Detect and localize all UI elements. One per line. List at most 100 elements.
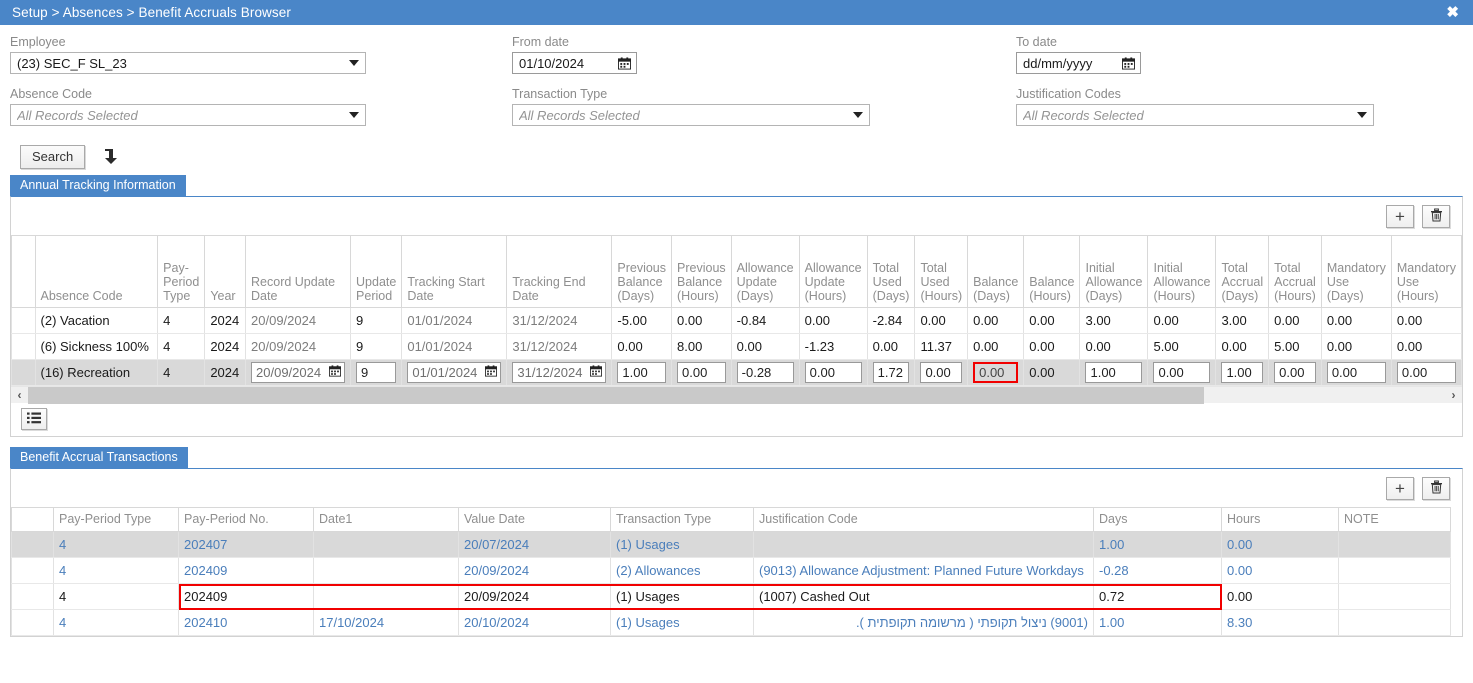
tx-cell-6[interactable]: (1007) Cashed Out [753,583,1094,610]
annual-cell-15[interactable]: 0.00 [1023,359,1081,386]
transaction-row[interactable]: 4 202410 17/10/2024 20/10/2024 (1) Usages (90… [11,609,1451,636]
annual-cell-7[interactable]: 31/12/2024 [506,307,613,334]
tx-cell-0[interactable] [11,557,54,584]
tx-cell-4[interactable]: 20/07/2024 [458,531,611,558]
tx-cell-6[interactable] [753,531,1094,558]
tx-cell-5[interactable]: (1) Usages [610,531,754,558]
tx-cell-4[interactable]: 20/10/2024 [458,609,611,636]
annual-horizontal-scrollbar[interactable]: ‹ › [11,386,1462,404]
annual-cell-20[interactable]: 0.00 [1320,359,1392,386]
tx-col-header-3[interactable]: Date1 [313,507,459,532]
tx-cell-8[interactable]: 0.00 [1221,531,1339,558]
annual-input-21[interactable]: 0.00 [1396,362,1456,383]
tx-col-header-1[interactable]: Pay-Period Type [53,507,179,532]
tx-cell-5[interactable]: (1) Usages [610,609,754,636]
annual-cell-21[interactable]: 0.00 [1390,333,1462,360]
annual-cell-17[interactable]: 0.00 [1147,359,1217,386]
annual-input-8[interactable]: 1.00 [617,362,667,383]
annual-col-header-7[interactable]: Tracking End Date [506,235,613,308]
annual-cell-4[interactable]: 20/09/2024 [245,359,352,386]
annual-cell-10[interactable]: 0.00 [730,333,800,360]
tx-cell-2[interactable]: 202407 [178,531,314,558]
tx-cell-1[interactable]: 4 [53,609,179,636]
annual-cell-19[interactable]: 5.00 [1268,333,1322,360]
annual-col-header-9[interactable]: Previous Balance (Hours) [671,235,732,308]
annual-cell-6[interactable]: 01/01/2024 [401,359,508,386]
tx-cell-5[interactable]: (1) Usages [610,583,754,610]
annual-cell-10[interactable]: -0.28 [730,359,800,386]
tx-col-header-7[interactable]: Days [1093,507,1222,532]
annual-input-20[interactable]: 0.00 [1326,362,1386,383]
annual-cell-2[interactable]: 4 [157,333,206,360]
annual-cell-8[interactable]: 0.00 [611,333,673,360]
annual-cell-16[interactable]: 0.00 [1079,333,1149,360]
annual-cell-0[interactable] [11,333,36,360]
annual-cell-15[interactable]: 0.00 [1023,307,1081,334]
annual-cell-18[interactable]: 0.00 [1215,333,1270,360]
annual-cell-16[interactable]: 1.00 [1079,359,1149,386]
tx-col-header-8[interactable]: Hours [1221,507,1339,532]
annual-col-header-18[interactable]: Total Accrual (Days) [1215,235,1270,308]
annual-cell-14[interactable]: 0.00 [967,307,1025,334]
tx-cell-1[interactable]: 4 [53,531,179,558]
annual-col-header-15[interactable]: Balance (Hours) [1023,235,1081,308]
transaction-type-select[interactable]: All Records Selected [512,104,870,126]
tx-cell-8[interactable]: 0.00 [1221,583,1339,610]
annual-cell-4[interactable]: 20/09/2024 [245,307,352,334]
annual-cell-4[interactable]: 20/09/2024 [245,333,352,360]
transaction-row[interactable]: 4 202409 20/09/2024 (1) Usages (1007) Cashed… [11,583,1451,610]
annual-cell-5[interactable]: 9 [350,359,403,386]
annual-cell-17[interactable]: 5.00 [1147,333,1217,360]
annual-col-header-6[interactable]: Tracking Start Date [401,235,508,308]
grid-options-button[interactable] [21,408,47,430]
annual-input-17[interactable]: 0.00 [1153,362,1211,383]
annual-cell-7[interactable]: 31/12/2024 [506,359,613,386]
annual-cell-10[interactable]: -0.84 [730,307,800,334]
annual-cell-18[interactable]: 1.00 [1215,359,1270,386]
annual-cell-17[interactable]: 0.00 [1147,307,1217,334]
annual-cell-11[interactable]: 0.00 [798,359,868,386]
annual-input-13[interactable]: 0.00 [920,362,963,383]
annual-table-row[interactable]: (2) Vacation 4 2024 20/09/2024 9 01/01/2024 31… [11,307,1462,334]
tx-cell-9[interactable] [1338,609,1451,636]
delete-row-button[interactable] [1422,204,1450,228]
scroll-right-arrow-icon[interactable]: › [1445,388,1462,402]
annual-tracking-tab[interactable]: Annual Tracking Information [10,175,186,196]
calendar-icon[interactable] [485,365,498,380]
tx-cell-2[interactable]: 202409 [178,583,314,610]
highlighted-balance-days-cell[interactable]: 0.00 [973,362,1019,383]
annual-input-5[interactable]: 9 [356,362,397,383]
scroll-thumb[interactable] [28,386,1205,404]
annual-cell-18[interactable]: 3.00 [1215,307,1270,334]
annual-cell-21[interactable]: 0.00 [1390,307,1462,334]
tx-cell-9[interactable] [1338,583,1451,610]
annual-cell-20[interactable]: 0.00 [1320,333,1392,360]
tx-cell-7[interactable]: -0.28 [1093,557,1222,584]
calendar-icon[interactable] [618,56,631,70]
annual-col-header-0[interactable] [11,235,36,308]
calendar-icon[interactable] [329,365,342,380]
tx-cell-2[interactable]: 202410 [178,609,314,636]
tx-cell-3[interactable] [313,557,459,584]
transaction-row[interactable]: 4 202409 20/09/2024 (2) Allowances (9013) Al… [11,557,1451,584]
annual-col-header-14[interactable]: Balance (Days) [967,235,1025,308]
tx-col-header-6[interactable]: Justification Code [753,507,1094,532]
annual-col-header-19[interactable]: Total Accrual (Hours) [1268,235,1322,308]
scroll-track[interactable] [28,386,1445,404]
close-icon[interactable]: ✖ [1442,3,1463,22]
tx-cell-2[interactable]: 202409 [178,557,314,584]
annual-cell-1[interactable]: (6) Sickness 100% [34,333,159,360]
justification-codes-select[interactable]: All Records Selected [1016,104,1374,126]
annual-input-9[interactable]: 0.00 [677,362,726,383]
annual-input-6[interactable]: 01/01/2024 [407,362,502,383]
annual-table-row[interactable]: (16) Recreation 4 2024 20/09/2024 9 01/01/202… [11,359,1462,386]
annual-col-header-12[interactable]: Total Used (Days) [866,235,916,308]
annual-input-12[interactable]: 1.72 [872,362,910,383]
tx-col-header-4[interactable]: Value Date [458,507,611,532]
annual-col-header-17[interactable]: Initial Allowance (Hours) [1147,235,1217,308]
tx-cell-4[interactable]: 20/09/2024 [458,583,611,610]
annual-cell-2[interactable]: 4 [157,307,206,334]
annual-cell-6[interactable]: 01/01/2024 [401,307,508,334]
annual-col-header-21[interactable]: Mandatory Use (Hours) [1390,235,1462,308]
to-date-input[interactable]: dd/mm/yyyy [1016,52,1141,74]
